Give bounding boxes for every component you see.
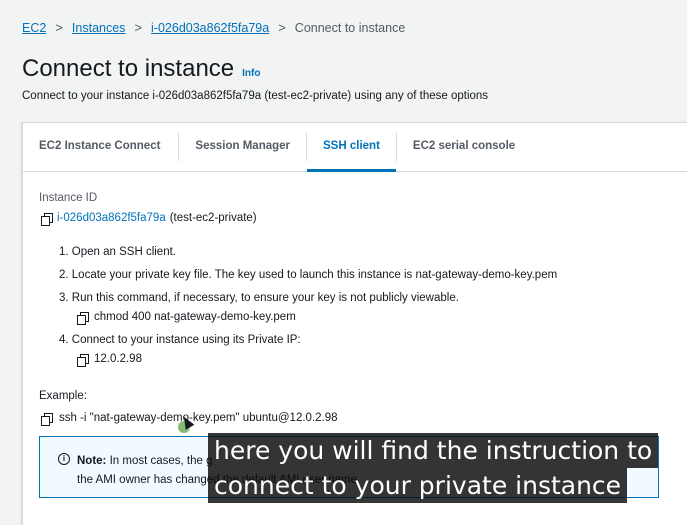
caption-line-2: connect to your private instance bbox=[208, 468, 628, 503]
instance-id-row: i-026d03a862f5fa79a (test-ec2-private) bbox=[41, 212, 257, 226]
breadcrumb-instance-id[interactable]: i-026d03a862f5fa79a bbox=[151, 21, 269, 35]
private-ip-command: 12.0.2.98 bbox=[77, 353, 142, 367]
tab-bar: EC2 Instance Connect Session Manager SSH… bbox=[23, 123, 687, 172]
info-link[interactable]: Info bbox=[242, 68, 260, 79]
tab-ec2-serial-console[interactable]: EC2 serial console bbox=[397, 123, 531, 171]
instance-id-label: Instance ID bbox=[39, 192, 98, 204]
step-4: 4. Connect to your instance using its Pr… bbox=[59, 334, 301, 346]
copy-icon[interactable] bbox=[77, 353, 89, 367]
page-title: Connect to instance bbox=[22, 55, 235, 82]
note-line-1: In most cases, the g bbox=[109, 455, 213, 467]
page-subtitle: Connect to your instance i-026d03a862f5f… bbox=[22, 90, 489, 102]
video-caption: here you will find the instruction to co… bbox=[208, 433, 659, 503]
step-2: 2. Locate your private key file. The key… bbox=[59, 269, 558, 281]
example-command-text: ssh -i "nat-gateway-demo-key.pem" ubuntu… bbox=[59, 412, 338, 424]
copy-icon[interactable] bbox=[41, 412, 53, 426]
breadcrumb: EC2 > Instances > i-026d03a862f5fa79a > … bbox=[22, 20, 405, 35]
tab-ec2-instance-connect[interactable]: EC2 Instance Connect bbox=[23, 123, 178, 171]
instance-name: (test-ec2-private) bbox=[169, 212, 257, 224]
instance-id-link[interactable]: i-026d03a862f5fa79a bbox=[57, 212, 166, 224]
step-3: 3. Run this command, if necessary, to en… bbox=[59, 292, 459, 304]
breadcrumb-instances[interactable]: Instances bbox=[72, 21, 126, 35]
example-label: Example: bbox=[39, 390, 87, 402]
private-ip-text: 12.0.2.98 bbox=[94, 353, 142, 365]
copy-icon[interactable] bbox=[41, 212, 53, 226]
breadcrumb-current: Connect to instance bbox=[294, 20, 406, 35]
breadcrumb-separator: > bbox=[55, 20, 63, 35]
copy-icon[interactable] bbox=[77, 311, 89, 325]
chmod-command: chmod 400 nat-gateway-demo-key.pem bbox=[77, 311, 296, 325]
breadcrumb-separator: > bbox=[278, 20, 286, 35]
info-icon: i bbox=[58, 453, 70, 465]
step-1: 1. Open an SSH client. bbox=[59, 246, 176, 258]
caption-line-1: here you will find the instruction to bbox=[208, 433, 659, 468]
breadcrumb-separator: > bbox=[134, 20, 143, 35]
tab-ssh-client[interactable]: SSH client bbox=[307, 123, 396, 172]
chmod-command-text: chmod 400 nat-gateway-demo-key.pem bbox=[94, 311, 296, 323]
tab-session-manager[interactable]: Session Manager bbox=[179, 123, 306, 171]
title-row: Connect to instance Info bbox=[22, 55, 260, 83]
breadcrumb-ec2[interactable]: EC2 bbox=[22, 21, 46, 35]
note-bold: Note: bbox=[77, 455, 107, 467]
